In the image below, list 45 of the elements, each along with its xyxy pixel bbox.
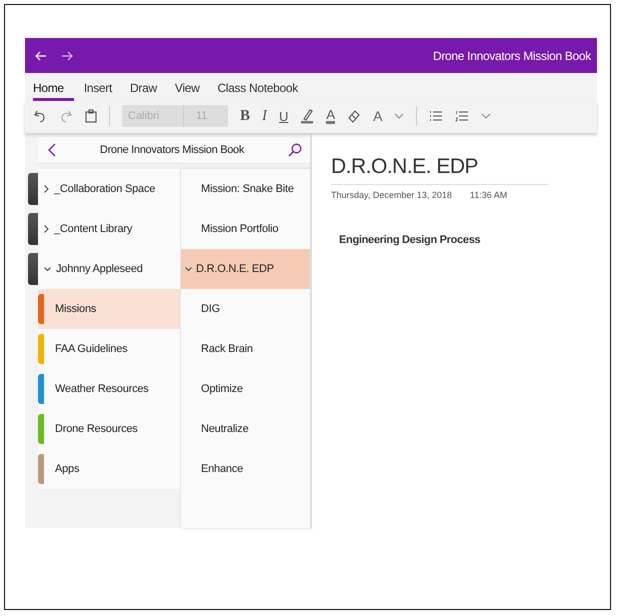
chevron-down-icon[interactable]: [44, 266, 51, 272]
back-chevron-icon[interactable]: [48, 143, 56, 157]
window-title: Drone Innovators Mission Book: [432, 48, 591, 62]
section-group[interactable]: _Content Library: [38, 209, 180, 249]
ribbon-tab[interactable]: View: [166, 79, 208, 101]
section-item[interactable]: Apps: [38, 449, 180, 489]
ribbon-tab[interactable]: Insert: [76, 79, 120, 101]
page-item[interactable]: Optimize: [181, 369, 310, 409]
numbered-list-icon[interactable]: [455, 110, 470, 122]
ribbon-tab[interactable]: Class Notebook: [209, 79, 306, 101]
page-item[interactable]: Rack Brain: [181, 329, 310, 369]
forward-arrow-icon[interactable]: [61, 50, 73, 60]
search-icon[interactable]: [288, 143, 302, 157]
page-time: 11:36 AM: [470, 190, 508, 200]
page-title[interactable]: D.R.O.N.E. EDP: [331, 155, 548, 185]
notebook-title: Drone Innovators Mission Book: [98, 144, 246, 156]
page-item[interactable]: DIG: [181, 289, 310, 329]
font-color-button[interactable]: A: [326, 108, 336, 124]
section-group[interactable]: Johnny Appleseed: [38, 249, 180, 289]
clipboard-icon[interactable]: [85, 109, 97, 123]
page-item[interactable]: Mission Portfolio: [181, 209, 310, 249]
chevron-right-icon[interactable]: [44, 185, 49, 193]
section-item[interactable]: FAA Guidelines: [38, 329, 180, 369]
chevron-right-icon[interactable]: [44, 225, 49, 233]
underline-button[interactable]: U: [279, 108, 288, 124]
styles-button[interactable]: A: [373, 108, 382, 124]
page-text: Engineering Design Process: [339, 234, 482, 246]
eraser-icon[interactable]: [347, 109, 362, 123]
page-item[interactable]: Neutralize: [181, 409, 310, 449]
page-item[interactable]: D.R.O.N.E. EDP: [181, 249, 310, 289]
page-item[interactable]: Enhance: [181, 449, 310, 489]
section-item[interactable]: Missions: [38, 289, 180, 329]
bullet-list-icon[interactable]: [429, 110, 444, 122]
bold-button[interactable]: B: [240, 108, 250, 124]
italic-button[interactable]: I: [262, 108, 268, 124]
chevron-down-icon[interactable]: [185, 266, 192, 272]
section-group[interactable]: _Collaboration Space: [38, 169, 180, 209]
page-date: Thursday, December 13, 2018: [331, 190, 452, 200]
section-item[interactable]: Weather Resources: [38, 369, 180, 409]
back-arrow-icon[interactable]: [35, 50, 47, 60]
highlighter-icon[interactable]: [300, 108, 314, 124]
page-item[interactable]: Mission: Snake Bite: [181, 169, 310, 209]
undo-icon[interactable]: [33, 109, 47, 123]
section-item[interactable]: Drone Resources: [38, 409, 180, 449]
ribbon-tab[interactable]: Draw: [122, 79, 165, 101]
